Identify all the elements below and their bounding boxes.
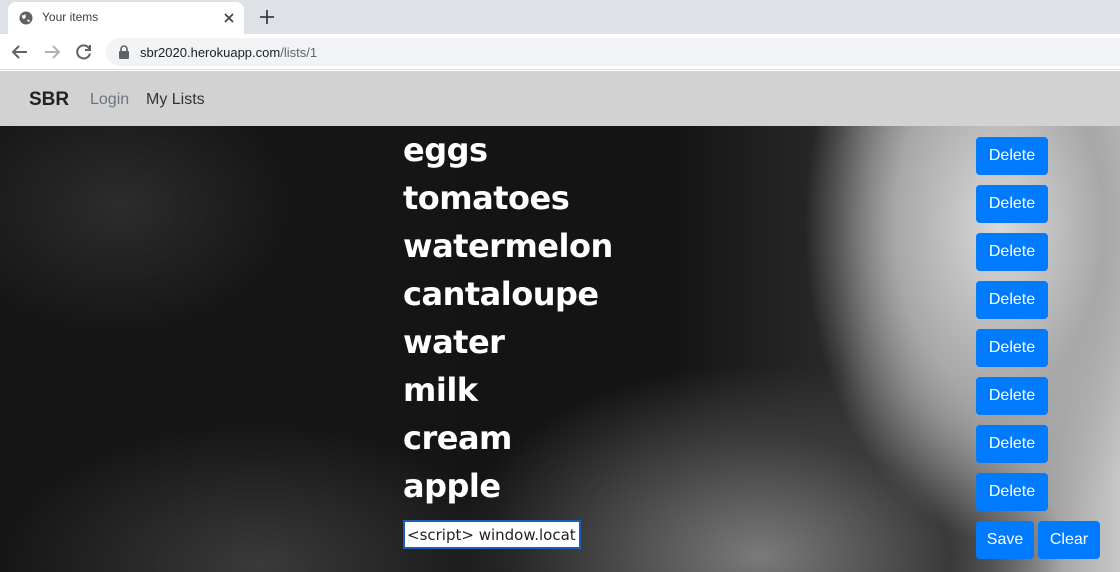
list-item-name: apple: [403, 467, 501, 505]
browser-tab[interactable]: Your items: [8, 2, 244, 34]
close-icon[interactable]: [222, 11, 236, 25]
forward-arrow-icon[interactable]: [42, 42, 62, 62]
delete-button[interactable]: Delete: [976, 233, 1048, 271]
list-item-name: cantaloupe: [403, 275, 599, 313]
new-tab-plus-icon[interactable]: [258, 8, 276, 26]
list-item-name: water: [403, 323, 505, 361]
lock-icon: [119, 45, 129, 59]
site-navbar: SBR Login My Lists: [0, 71, 1120, 126]
url-host: sbr2020.herokuapp.com: [140, 45, 281, 60]
list-item-name: watermelon: [403, 227, 613, 265]
url-path: /lists/1: [280, 45, 318, 60]
delete-button[interactable]: Delete: [976, 377, 1048, 415]
clear-button[interactable]: Clear: [1038, 521, 1100, 559]
browser-tab-strip: Your items: [0, 0, 1120, 34]
list-item-name: cream: [403, 419, 512, 457]
brand-link[interactable]: SBR: [29, 89, 69, 111]
reload-icon[interactable]: [74, 42, 94, 62]
delete-button[interactable]: Delete: [976, 281, 1048, 319]
browser-toolbar: sbr2020.herokuapp.com/lists/1: [0, 34, 1120, 70]
delete-button[interactable]: Delete: [976, 329, 1048, 367]
delete-button[interactable]: Delete: [976, 185, 1048, 223]
list-item-name: milk: [403, 371, 478, 409]
list-item-name: tomatoes: [403, 179, 570, 217]
save-button[interactable]: Save: [976, 521, 1034, 559]
tab-title: Your items: [42, 10, 99, 24]
list-item-name: eggs: [403, 131, 488, 169]
nav-link-my-lists[interactable]: My Lists: [146, 91, 205, 109]
list-hero-background: eggs Delete tomatoes Delete watermelon D…: [0, 126, 1120, 572]
delete-button[interactable]: Delete: [976, 473, 1048, 511]
new-item-input[interactable]: [403, 520, 581, 549]
delete-button[interactable]: Delete: [976, 425, 1048, 463]
nav-link-login[interactable]: Login: [90, 91, 129, 109]
back-arrow-icon[interactable]: [10, 42, 30, 62]
address-bar[interactable]: sbr2020.herokuapp.com/lists/1: [106, 38, 1120, 66]
globe-icon: [19, 11, 33, 25]
delete-button[interactable]: Delete: [976, 137, 1048, 175]
url-text: sbr2020.herokuapp.com/lists/1: [140, 45, 317, 60]
web-page: SBR Login My Lists eggs Delete tomatoes …: [0, 71, 1120, 572]
